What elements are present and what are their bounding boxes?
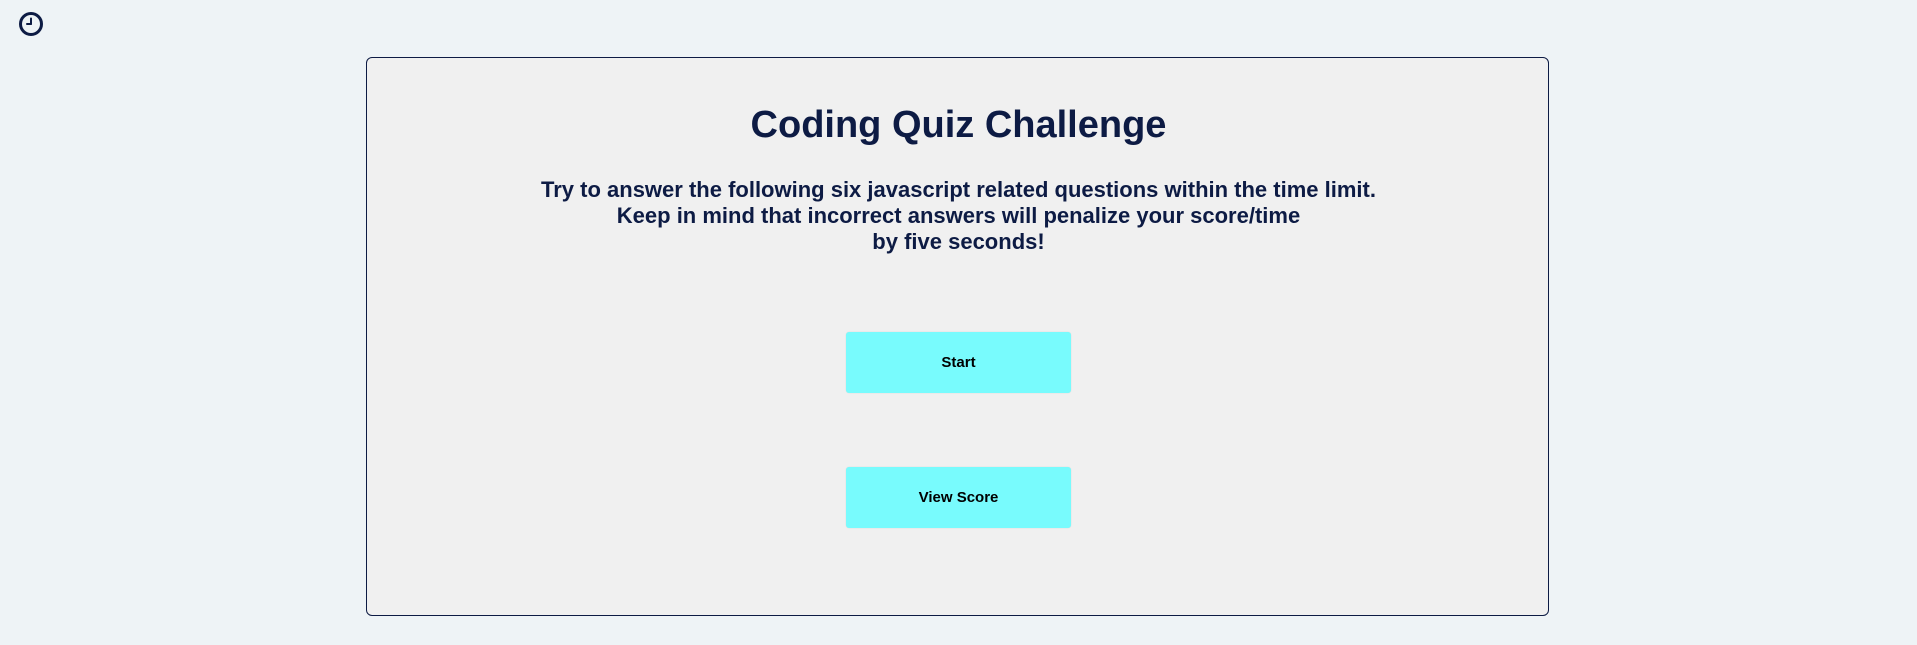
- clock-icon: [18, 11, 44, 37]
- description-line: Try to answer the following six javascri…: [541, 177, 1376, 202]
- description-line: by five seconds!: [872, 229, 1045, 254]
- description-line: Keep in mind that incorrect answers will…: [616, 203, 1301, 228]
- view-score-button[interactable]: View Score: [846, 467, 1071, 528]
- start-button[interactable]: Start: [846, 332, 1071, 393]
- quiz-description: Try to answer the following six javascri…: [0, 177, 1917, 255]
- quiz-title: Coding Quiz Challenge: [750, 104, 1167, 146]
